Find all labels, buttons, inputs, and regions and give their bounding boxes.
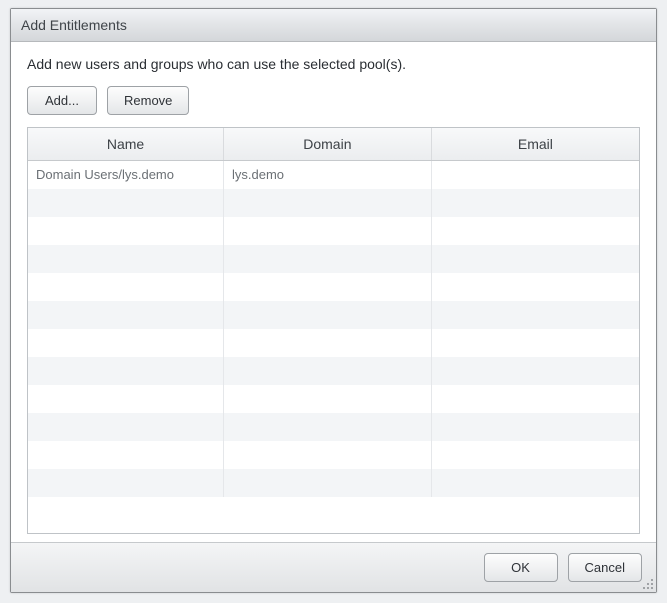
cell-domain (224, 469, 432, 497)
dialog-description: Add new users and groups who can use the… (27, 56, 640, 72)
cell-email (431, 245, 639, 273)
cell-email (431, 357, 639, 385)
cancel-button[interactable]: Cancel (568, 553, 642, 582)
cell-email (431, 441, 639, 469)
dialog-content: Add new users and groups who can use the… (11, 42, 656, 542)
cell-name (28, 217, 224, 245)
cell-domain (224, 329, 432, 357)
cell-domain (224, 385, 432, 413)
cell-email (431, 273, 639, 301)
remove-button[interactable]: Remove (107, 86, 189, 115)
cell-name (28, 357, 224, 385)
cell-email (431, 189, 639, 217)
cell-name (28, 301, 224, 329)
cell-email (431, 329, 639, 357)
table-row[interactable] (28, 217, 639, 245)
dialog-title: Add Entitlements (21, 17, 127, 33)
cell-name: Domain Users/lys.demo (28, 161, 224, 189)
table-row[interactable] (28, 413, 639, 441)
table-row[interactable] (28, 357, 639, 385)
resize-grip-icon (642, 578, 654, 590)
cell-email (431, 217, 639, 245)
cell-domain (224, 217, 432, 245)
add-button[interactable]: Add... (27, 86, 97, 115)
cell-domain (224, 413, 432, 441)
cell-name (28, 385, 224, 413)
dialog-footer: OK Cancel (11, 542, 656, 592)
cell-email (431, 161, 639, 189)
cell-domain (224, 301, 432, 329)
cell-domain (224, 189, 432, 217)
table-row[interactable] (28, 301, 639, 329)
table-row[interactable] (28, 273, 639, 301)
cell-name (28, 413, 224, 441)
cell-domain (224, 357, 432, 385)
cell-email (431, 301, 639, 329)
cell-name (28, 441, 224, 469)
cell-email (431, 469, 639, 497)
cell-email (431, 385, 639, 413)
dialog-titlebar: Add Entitlements (11, 9, 656, 42)
column-header-domain[interactable]: Domain (224, 128, 432, 161)
table-row[interactable] (28, 441, 639, 469)
cell-name (28, 245, 224, 273)
cell-domain (224, 441, 432, 469)
table-row[interactable]: Domain Users/lys.demolys.demo (28, 161, 639, 189)
ok-button[interactable]: OK (484, 553, 558, 582)
cell-name (28, 273, 224, 301)
cell-domain (224, 245, 432, 273)
cell-email (431, 413, 639, 441)
cell-name (28, 469, 224, 497)
column-header-name[interactable]: Name (28, 128, 224, 161)
table-row[interactable] (28, 469, 639, 497)
table-row[interactable] (28, 189, 639, 217)
cell-domain: lys.demo (224, 161, 432, 189)
entitlements-table: Name Domain Email Domain Users/lys.demol… (28, 128, 639, 497)
table-row[interactable] (28, 245, 639, 273)
add-entitlements-dialog: Add Entitlements Add new users and group… (10, 8, 657, 593)
cell-name (28, 189, 224, 217)
table-row[interactable] (28, 329, 639, 357)
toolbar: Add... Remove (27, 86, 640, 115)
cell-domain (224, 273, 432, 301)
table-header-row: Name Domain Email (28, 128, 639, 161)
column-header-email[interactable]: Email (431, 128, 639, 161)
table-row[interactable] (28, 385, 639, 413)
cell-name (28, 329, 224, 357)
entitlements-table-container: Name Domain Email Domain Users/lys.demol… (27, 127, 640, 534)
